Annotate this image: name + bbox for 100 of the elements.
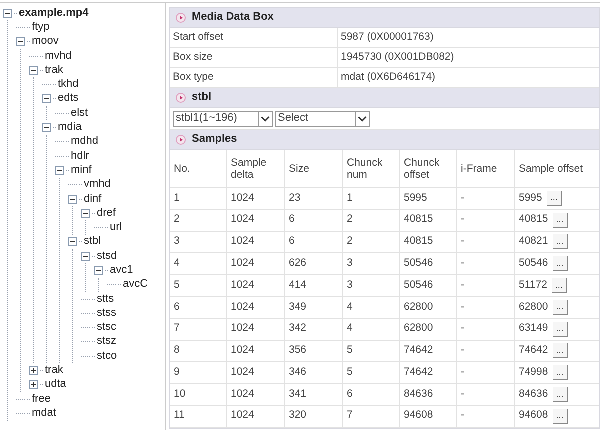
- table-cell: 62800: [400, 296, 457, 318]
- tree-item[interactable]: dinf: [84, 194, 102, 204]
- table-cell-text: 40821: [519, 234, 548, 250]
- more-button[interactable]: ...: [553, 343, 568, 358]
- table-cell: -: [457, 210, 515, 231]
- column-header: i-Frame: [457, 150, 515, 187]
- tree-item[interactable]: url: [110, 222, 122, 234]
- more-button[interactable]: ...: [553, 408, 568, 424]
- bullet-icon: [176, 12, 186, 22]
- tree-item[interactable]: udta: [45, 379, 66, 390]
- table-cell: 626: [285, 253, 343, 274]
- section-title: Samples: [192, 132, 238, 148]
- collapse-icon[interactable]: [81, 208, 90, 218]
- table-cell-text: 50546: [519, 256, 548, 271]
- tree-item[interactable]: example.mp4: [19, 8, 89, 19]
- more-button[interactable]: ...: [547, 190, 562, 206]
- tree-item[interactable]: stsz: [97, 336, 117, 348]
- field-value: 5987 (0X00001763): [340, 30, 435, 45]
- tree-item[interactable]: moov: [32, 36, 59, 48]
- tree-item[interactable]: mdia: [58, 122, 82, 134]
- tree-item[interactable]: stss: [97, 308, 117, 319]
- more-button[interactable]: ...: [553, 300, 568, 315]
- table-cell: 5: [170, 275, 227, 296]
- tree-item[interactable]: avcC: [123, 279, 148, 290]
- tree-item[interactable]: vmhd: [84, 179, 111, 190]
- dropdown[interactable]: stbl1(1~196): [173, 110, 273, 126]
- table-cell: 7: [343, 406, 400, 427]
- chevron-down-icon: [355, 112, 369, 126]
- table-cell: -: [457, 406, 515, 427]
- tree-item[interactable]: tkhd: [58, 79, 79, 90]
- table-cell: 356: [285, 340, 343, 362]
- tree-item[interactable]: edts: [58, 93, 79, 104]
- table-cell-text: 84636: [519, 386, 548, 402]
- tree-item[interactable]: avc1: [110, 264, 134, 276]
- tree-item[interactable]: mvhd: [45, 50, 72, 62]
- table-cell: 2: [343, 210, 400, 231]
- table-cell: -: [457, 275, 515, 296]
- table-cell: 8: [170, 340, 227, 362]
- table-cell: 40815: [400, 232, 457, 252]
- tree-item[interactable]: ftyp: [32, 22, 50, 33]
- tree-item[interactable]: stsc: [97, 322, 117, 334]
- expand-icon[interactable]: [29, 366, 38, 376]
- table-cell: 1024: [227, 210, 285, 231]
- collapse-icon[interactable]: [42, 123, 51, 132]
- table-cell: 6: [285, 232, 343, 252]
- field-label: Box type: [170, 68, 338, 87]
- table-cell: 4: [170, 253, 227, 274]
- more-button[interactable]: ...: [553, 256, 568, 272]
- collapse-icon[interactable]: [94, 266, 103, 275]
- tree-item[interactable]: dref: [97, 208, 116, 219]
- collapse-icon[interactable]: [68, 237, 77, 246]
- tree-item[interactable]: free: [32, 394, 51, 405]
- table-cell: 346: [285, 362, 343, 384]
- tree-item[interactable]: elst: [71, 108, 88, 119]
- table-cell: 3: [343, 253, 400, 274]
- tree-item[interactable]: stsd: [97, 250, 118, 262]
- tree-item[interactable]: hdlr: [71, 150, 90, 162]
- more-button[interactable]: ...: [552, 278, 567, 294]
- more-button[interactable]: ...: [553, 322, 568, 337]
- table-cell: 1024: [227, 188, 285, 209]
- more-button[interactable]: ...: [553, 212, 568, 228]
- tree-item[interactable]: stbl: [84, 236, 102, 248]
- collapse-icon[interactable]: [55, 166, 64, 175]
- more-button[interactable]: ...: [553, 234, 568, 250]
- field-value: mdat (0X6D646174): [340, 70, 437, 85]
- collapse-icon[interactable]: [3, 8, 12, 18]
- table-cell: 1024: [227, 253, 285, 274]
- tree-item[interactable]: trak: [45, 64, 64, 76]
- expand-icon[interactable]: [29, 380, 38, 390]
- table-cell-text: 63149: [519, 321, 548, 336]
- table-cell: -: [457, 318, 515, 340]
- table-cell: 5: [343, 362, 400, 384]
- collapse-icon[interactable]: [68, 194, 77, 204]
- tree-item[interactable]: stts: [97, 294, 114, 305]
- section-title: Media Data Box: [192, 10, 274, 26]
- column-header: No.: [170, 150, 227, 187]
- collapse-icon[interactable]: [29, 66, 38, 75]
- tree-item[interactable]: trak: [45, 365, 64, 376]
- tree-item[interactable]: mdhd: [71, 136, 99, 148]
- table-cell: 341: [285, 384, 343, 405]
- table-cell: 1024: [227, 384, 285, 405]
- table-cell: 6: [170, 296, 227, 318]
- dropdown[interactable]: Select: [275, 110, 370, 126]
- column-header: Sample offset: [518, 162, 584, 176]
- collapse-icon[interactable]: [81, 252, 90, 261]
- collapse-icon[interactable]: [42, 94, 51, 104]
- tree-item[interactable]: stco: [97, 350, 118, 362]
- tree-item[interactable]: minf: [71, 164, 92, 176]
- table-cell: -: [457, 188, 515, 209]
- collapse-icon[interactable]: [16, 37, 25, 46]
- more-button[interactable]: ...: [553, 387, 568, 402]
- table-cell: 5: [343, 340, 400, 362]
- column-header: Sample delta: [227, 150, 285, 187]
- table-cell: 11: [170, 406, 227, 427]
- table-cell: 50546: [400, 253, 457, 274]
- tree-item[interactable]: mdat: [32, 408, 56, 419]
- more-button[interactable]: ...: [553, 365, 568, 380]
- table-cell: 2: [170, 210, 227, 231]
- table-cell-text: 94608: [519, 408, 548, 424]
- table-cell: 6: [343, 384, 400, 405]
